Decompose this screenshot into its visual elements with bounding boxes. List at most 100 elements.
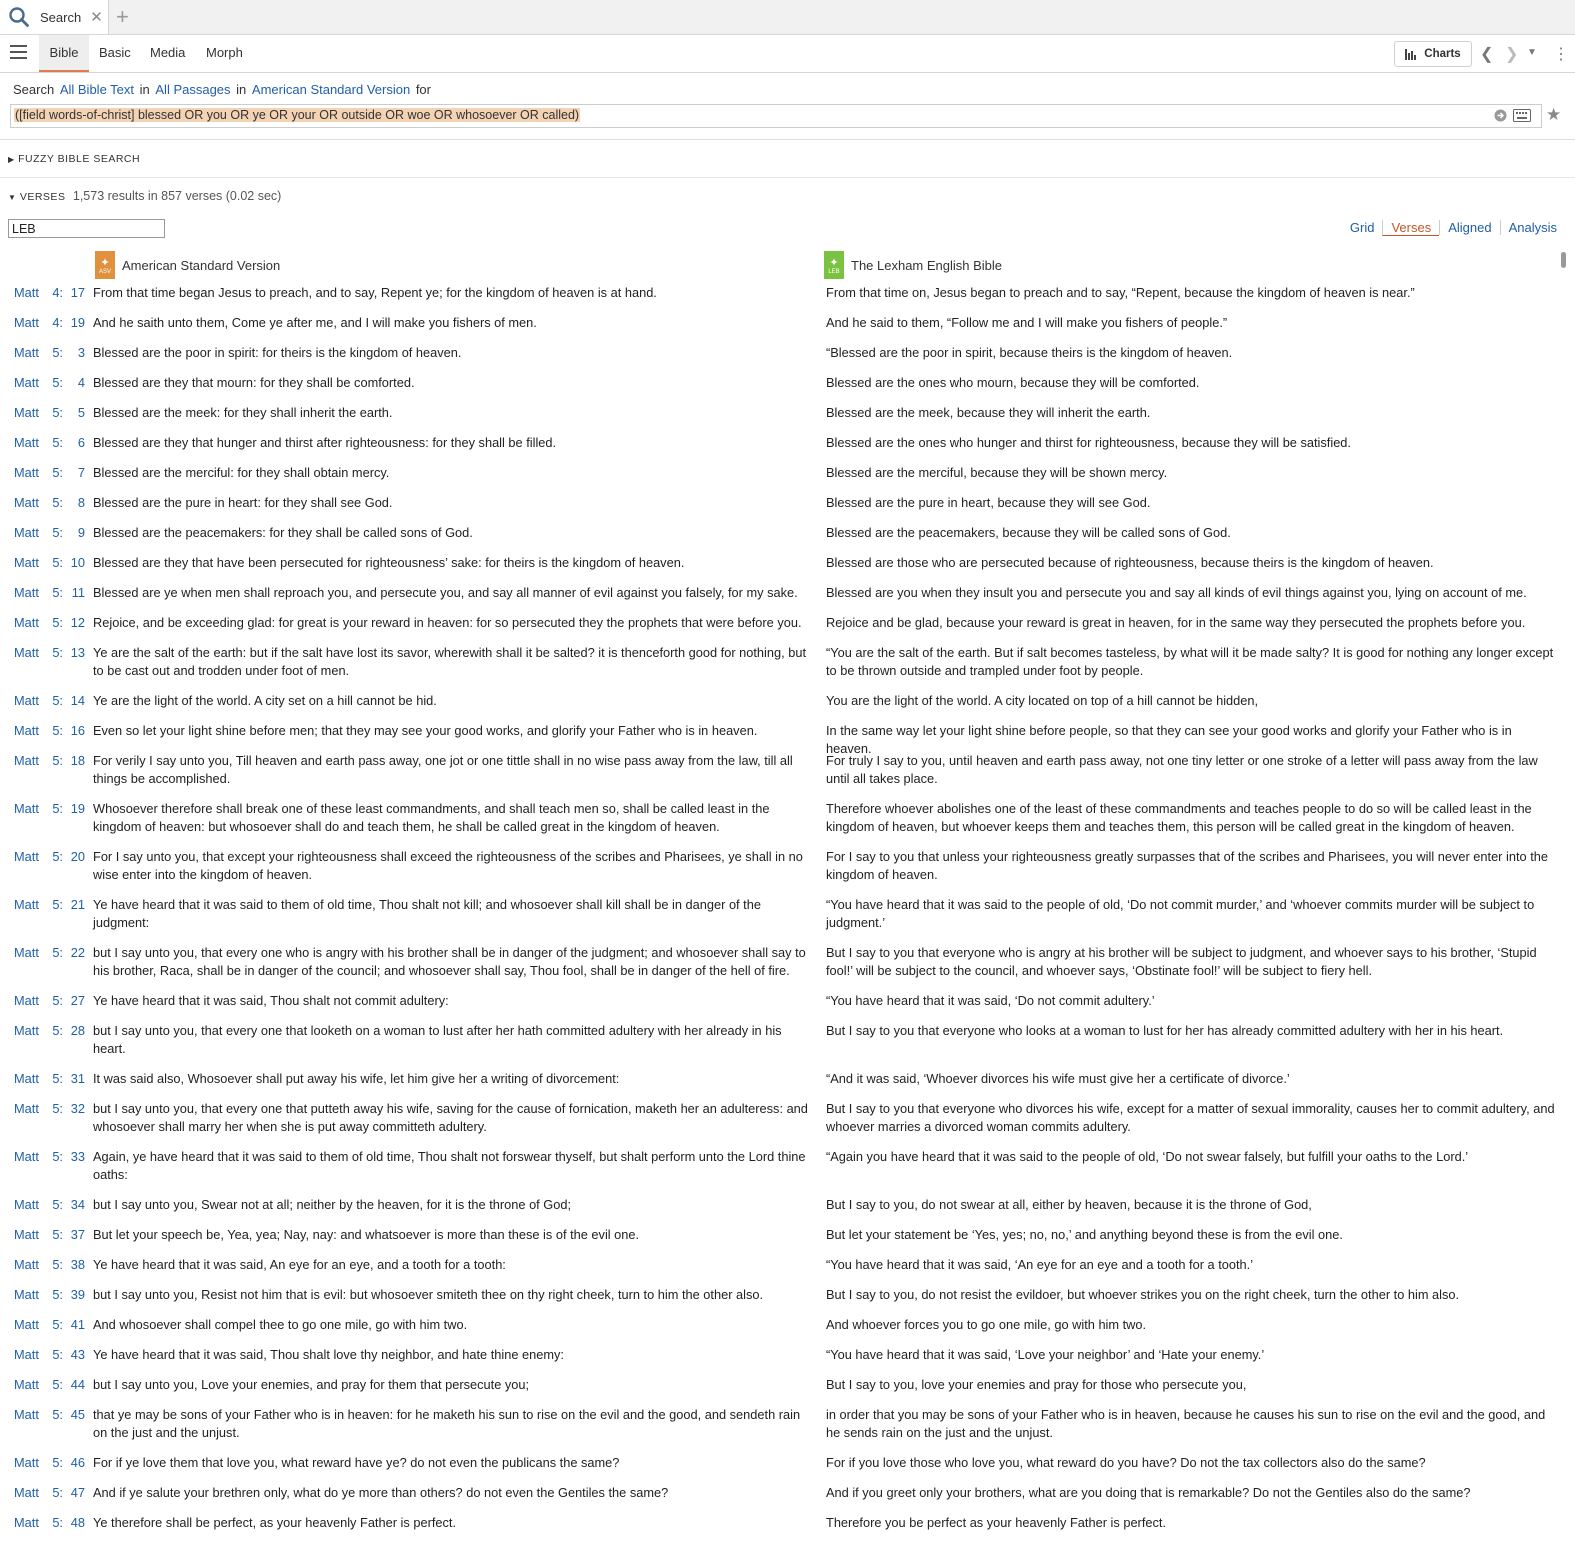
verse-ref-ch: 5: <box>52 1023 63 1038</box>
verse-ref-book: Matt <box>14 1149 39 1164</box>
verse-row: Matt 5: 16 Even so let your light shine bef… <box>0 722 1575 756</box>
favorite-star-icon[interactable]: ★ <box>1546 105 1561 125</box>
verse-ref-ch: 4: <box>52 315 63 330</box>
column-header-leb: ✦ LEB The Lexham English Bible <box>824 251 1002 279</box>
verse-ref-book: Matt <box>14 1407 39 1422</box>
verse-ref-ch: 5: <box>52 1455 63 1470</box>
verse-ref-v: 27 <box>70 993 85 1008</box>
verse-ref-book: Matt <box>14 897 39 912</box>
fuzzy-search-section-toggle[interactable]: ▶ FUZZY BIBLE SEARCH <box>8 153 140 165</box>
tab-basic[interactable]: Basic <box>99 35 131 70</box>
view-tab-analysis[interactable]: Analysis <box>1499 220 1565 235</box>
tab-media[interactable]: Media <box>150 35 185 70</box>
verse-row: Matt 5: 11 Blessed are ye when men shall re… <box>0 584 1575 602</box>
hamburger-menu-icon[interactable] <box>10 45 27 59</box>
verse-ref-v: 9 <box>77 525 85 540</box>
verse-ref-ch: 5: <box>52 1377 63 1392</box>
asv-verse-text: Blessed are the poor in spirit: for thei… <box>93 345 462 360</box>
forward-arrow-icon[interactable]: ❯ <box>1505 44 1518 64</box>
view-tab-aligned[interactable]: Aligned <box>1439 220 1500 235</box>
verse-row: Matt 5: 34 but I say unto you, Swear not at… <box>0 1196 1575 1214</box>
charts-button[interactable]: Charts <box>1394 41 1472 67</box>
verse-ref-v: 11 <box>71 585 85 600</box>
verse-ref-book: Matt <box>14 375 39 390</box>
verse-ref-v: 38 <box>70 1257 85 1272</box>
tab-search[interactable]: Search ✕ <box>0 0 109 34</box>
add-tab-icon[interactable]: + <box>116 4 129 30</box>
version-link[interactable]: American Standard Version <box>252 82 410 97</box>
verse-ref-book: Matt <box>14 585 39 600</box>
leb-verse-text: “You are the salt of the earth. But if s… <box>826 645 1554 678</box>
charts-label: Charts <box>1424 48 1461 60</box>
verse-row: Matt 5: 27 Ye have heard that it was said, … <box>0 992 1575 1010</box>
version-filter-input[interactable] <box>8 219 165 238</box>
verse-ref-book: Matt <box>14 945 39 960</box>
verse-ref-v: 45 <box>70 1407 85 1422</box>
asv-verse-text: but I say unto you, Love your enemies, a… <box>93 1377 530 1392</box>
verse-ref-v: 19 <box>70 315 85 330</box>
verse-ref-book: Matt <box>14 801 39 816</box>
leb-verse-text: Blessed are the meek, because they will … <box>826 405 1151 420</box>
verse-ref-ch: 5: <box>52 375 63 390</box>
verse-row: Matt 5: 18 For verily I say unto you, Till … <box>0 752 1575 788</box>
verse-row: Matt 5: 41 And whosoever shall compel thee … <box>0 1316 1575 1334</box>
verse-ref-v: 32 <box>70 1101 85 1116</box>
verse-ref-ch: 4: <box>52 285 63 300</box>
keyboard-icon[interactable] <box>1513 109 1531 122</box>
verse-ref-book: Matt <box>14 435 39 450</box>
scrollbar[interactable] <box>1561 252 1566 268</box>
leb-verse-text: “You have heard that it was said, ‘Love … <box>826 1347 1265 1362</box>
verse-row: Matt 5: 43 Ye have heard that it was said, … <box>0 1346 1575 1364</box>
leb-verse-text: “Blessed are the poor in spirit, because… <box>826 345 1233 360</box>
search-icon <box>9 7 29 27</box>
verse-ref-v: 20 <box>70 849 85 864</box>
verse-row: Matt 5: 31 It was said also, Whosoever shal… <box>0 1070 1575 1088</box>
verse-ref-ch: 5: <box>52 945 63 960</box>
view-tab-grid[interactable]: Grid <box>1342 220 1383 235</box>
tab-bible[interactable]: Bible <box>39 35 89 72</box>
search-target-link[interactable]: All Bible Text <box>60 82 134 97</box>
verse-ref-ch: 5: <box>52 1515 63 1530</box>
asv-verse-text: For verily I say unto you, Till heaven a… <box>93 753 793 786</box>
close-icon[interactable]: ✕ <box>90 8 103 26</box>
asv-verse-text: Blessed are the peacemakers: for they sh… <box>93 525 473 540</box>
verse-ref-ch: 5: <box>52 1227 63 1242</box>
verse-ref-book: Matt <box>14 615 39 630</box>
tab-bar: Search ✕ + <box>0 0 1575 35</box>
asv-verse-text: Blessed are the merciful: for they shall… <box>93 465 390 480</box>
verse-ref-v: 6 <box>77 435 85 450</box>
verse-ref-ch: 5: <box>52 1149 63 1164</box>
leb-verse-text: Blessed are the ones who mourn, because … <box>826 375 1200 390</box>
back-arrow-icon[interactable]: ❮ <box>1480 44 1493 64</box>
search-query-input[interactable]: ([field words-of-christ] blessed OR you … <box>10 104 1542 128</box>
view-tab-verses[interactable]: Verses <box>1382 220 1440 236</box>
verse-row: Matt 5: 37 But let your speech be, Yea, yea… <box>0 1226 1575 1244</box>
tab-search-label: Search <box>40 9 82 25</box>
leb-verse-text: For truly I say to you, until heaven and… <box>826 753 1538 786</box>
verse-ref-book: Matt <box>14 1377 39 1392</box>
verse-ref-ch: 5: <box>52 645 63 660</box>
verse-ref-v: 3 <box>77 345 85 360</box>
verse-ref-v: 47 <box>70 1485 85 1500</box>
more-options-icon[interactable]: ⋮ <box>1553 44 1569 64</box>
tab-morph[interactable]: Morph <box>206 35 243 70</box>
verse-ref-v: 19 <box>70 801 85 816</box>
verse-ref-book: Matt <box>14 315 39 330</box>
asv-book-logo-icon: ✦ ASV <box>95 251 115 279</box>
asv-verse-text: Again, ye have heard that it was said to… <box>93 1149 806 1182</box>
verse-ref-ch: 5: <box>52 849 63 864</box>
verses-section-toggle[interactable]: ▼ VERSES 1,573 results in 857 verses (0.… <box>8 189 281 203</box>
passages-link[interactable]: All Passages <box>155 82 230 97</box>
history-dropdown-icon[interactable]: ▼ <box>1527 47 1537 58</box>
go-arrow-icon[interactable] <box>1494 109 1507 122</box>
asv-verse-text: that ye may be sons of your Father who i… <box>93 1407 801 1440</box>
verse-ref-v: 21 <box>70 897 85 912</box>
verse-ref-book: Matt <box>14 555 39 570</box>
verse-row: Matt 5: 33 Again, ye have heard that it was… <box>0 1148 1575 1184</box>
asv-verse-text: Rejoice, and be exceeding glad: for grea… <box>93 615 802 630</box>
verse-row: Matt 5: 32 but I say unto you, that every o… <box>0 1100 1575 1136</box>
asv-verse-text: For I say unto you, that except your rig… <box>93 849 803 882</box>
verse-ref-book: Matt <box>14 1101 39 1116</box>
verse-ref-book: Matt <box>14 1287 39 1302</box>
asv-verse-text: Blessed are the pure in heart: for they … <box>93 495 393 510</box>
